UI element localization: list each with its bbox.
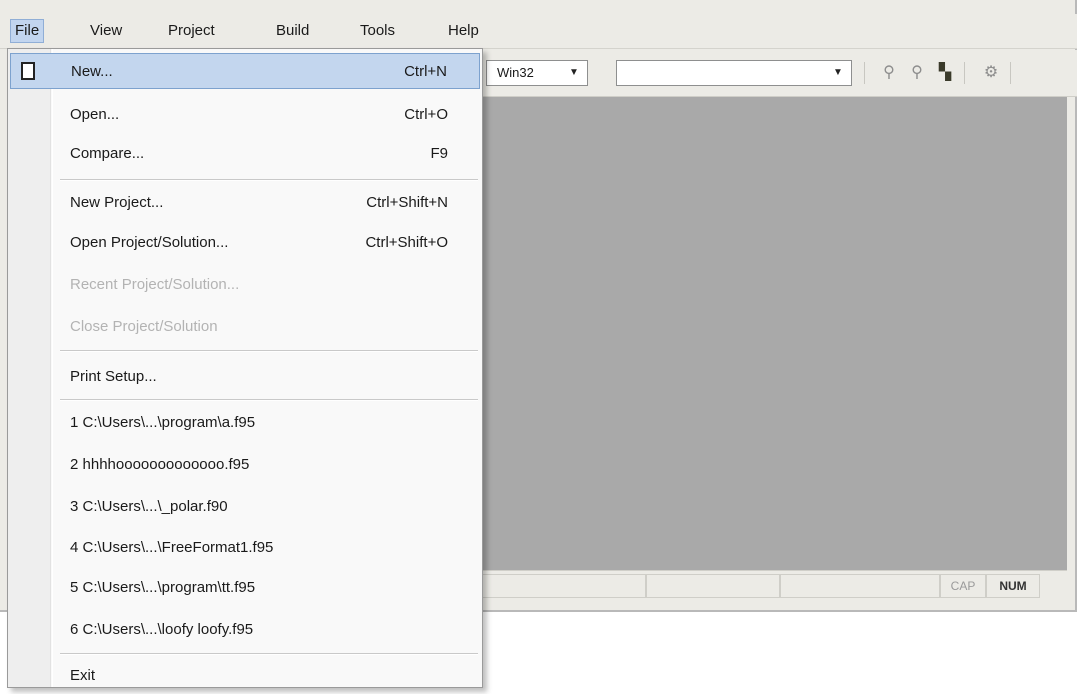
toolbar-separator — [864, 62, 865, 84]
menu-tools[interactable]: Tools — [356, 20, 399, 42]
workspace-area[interactable] — [480, 97, 1067, 570]
status-pane — [646, 574, 780, 598]
menu-item-exit[interactable]: Exit — [8, 658, 482, 694]
menu-item-shortcut: F9 — [430, 145, 448, 162]
status-pane — [480, 574, 646, 598]
menu-item-open-project[interactable]: Open Project/Solution... Ctrl+Shift+O — [8, 225, 482, 261]
menu-item-label: 2 hhhhooooooooooooo.f95 — [70, 456, 250, 473]
new-document-icon — [21, 62, 35, 80]
menu-item-recent-file-6[interactable]: 6 C:\Users\...\loofy loofy.f95 — [8, 612, 482, 648]
chevron-down-icon[interactable]: ▼ — [831, 61, 845, 85]
menu-item-new[interactable]: New... Ctrl+N — [10, 53, 480, 89]
menu-item-recent-project: Recent Project/Solution... — [8, 267, 482, 303]
platform-combo[interactable]: Win32 ▼ — [486, 60, 588, 86]
binoculars-next-icon[interactable]: ⚲ — [906, 62, 928, 84]
menu-item-label: Compare... — [70, 145, 145, 162]
menu-item-close-project: Close Project/Solution — [8, 309, 482, 345]
status-cap: CAP — [940, 574, 986, 598]
menu-item-open[interactable]: Open... Ctrl+O — [8, 97, 482, 133]
menu-separator — [60, 399, 478, 401]
menu-item-label: Open... — [70, 106, 120, 123]
menu-item-label: 3 C:\Users\...\_polar.f90 — [70, 498, 228, 515]
menu-view[interactable]: View — [86, 20, 126, 42]
menu-separator — [60, 653, 478, 655]
status-num: NUM — [986, 574, 1040, 598]
menu-item-label: New... — [71, 63, 113, 80]
menu-build[interactable]: Build — [272, 20, 313, 42]
menu-item-label: Close Project/Solution — [70, 318, 218, 335]
menu-item-label: Print Setup... — [70, 368, 157, 385]
settings-icon[interactable]: ⚙ — [980, 62, 1002, 84]
menu-item-label: Exit — [70, 667, 96, 684]
chevron-down-icon[interactable]: ▼ — [567, 61, 581, 85]
platform-combo-value: Win32 — [497, 65, 534, 80]
status-bar: CAP NUM — [480, 570, 1067, 603]
menu-item-new-project[interactable]: New Project... Ctrl+Shift+N — [8, 185, 482, 221]
menu-help[interactable]: Help — [444, 20, 483, 42]
menu-item-recent-file-3[interactable]: 3 C:\Users\...\_polar.f90 — [8, 489, 482, 525]
menu-file[interactable]: File — [10, 19, 45, 43]
binoculars-icon[interactable]: ⚲ — [878, 62, 900, 84]
toolbar-separator — [964, 62, 965, 84]
menu-item-recent-file-1[interactable]: 1 C:\Users\...\program\a.f95 — [8, 405, 482, 441]
find-in-files-icon[interactable]: ▚ — [934, 62, 956, 84]
menu-item-recent-file-4[interactable]: 4 C:\Users\...\FreeFormat1.f95 — [8, 530, 482, 566]
file-menu-dropdown: New... Ctrl+N Open... Ctrl+O Compare... … — [7, 48, 483, 688]
menu-project[interactable]: Project — [164, 20, 219, 42]
menu-separator — [60, 350, 478, 352]
menu-item-recent-file-5[interactable]: 5 C:\Users\...\program\tt.f95 — [8, 570, 482, 606]
menu-item-compare[interactable]: Compare... F9 — [8, 136, 482, 172]
status-pane — [780, 574, 940, 598]
menu-item-label: 1 C:\Users\...\program\a.f95 — [70, 414, 256, 431]
menu-item-label: Recent Project/Solution... — [70, 276, 240, 293]
menu-item-label: 6 C:\Users\...\loofy loofy.f95 — [70, 621, 254, 638]
menu-item-label: Open Project/Solution... — [70, 234, 229, 251]
menu-item-label: 4 C:\Users\...\FreeFormat1.f95 — [70, 539, 274, 556]
config-combo[interactable]: ▼ — [616, 60, 852, 86]
menu-separator — [60, 179, 478, 181]
menu-item-shortcut: Ctrl+Shift+N — [366, 194, 448, 211]
menu-item-label: New Project... — [70, 194, 164, 211]
menu-item-label: 5 C:\Users\...\program\tt.f95 — [70, 579, 256, 596]
menu-item-shortcut: Ctrl+Shift+O — [365, 234, 448, 251]
menu-item-shortcut: Ctrl+O — [404, 106, 448, 123]
menu-item-shortcut: Ctrl+N — [404, 63, 447, 80]
toolbar: Win32 ▼ ▼ ⚲ ⚲ ▚ ⚙ — [480, 50, 1077, 97]
menu-bar: File View Project Build Tools Help — [0, 14, 1077, 49]
menu-item-print-setup[interactable]: Print Setup... — [8, 359, 482, 395]
toolbar-separator — [1010, 62, 1011, 84]
menu-item-recent-file-2[interactable]: 2 hhhhooooooooooooo.f95 — [8, 447, 482, 483]
